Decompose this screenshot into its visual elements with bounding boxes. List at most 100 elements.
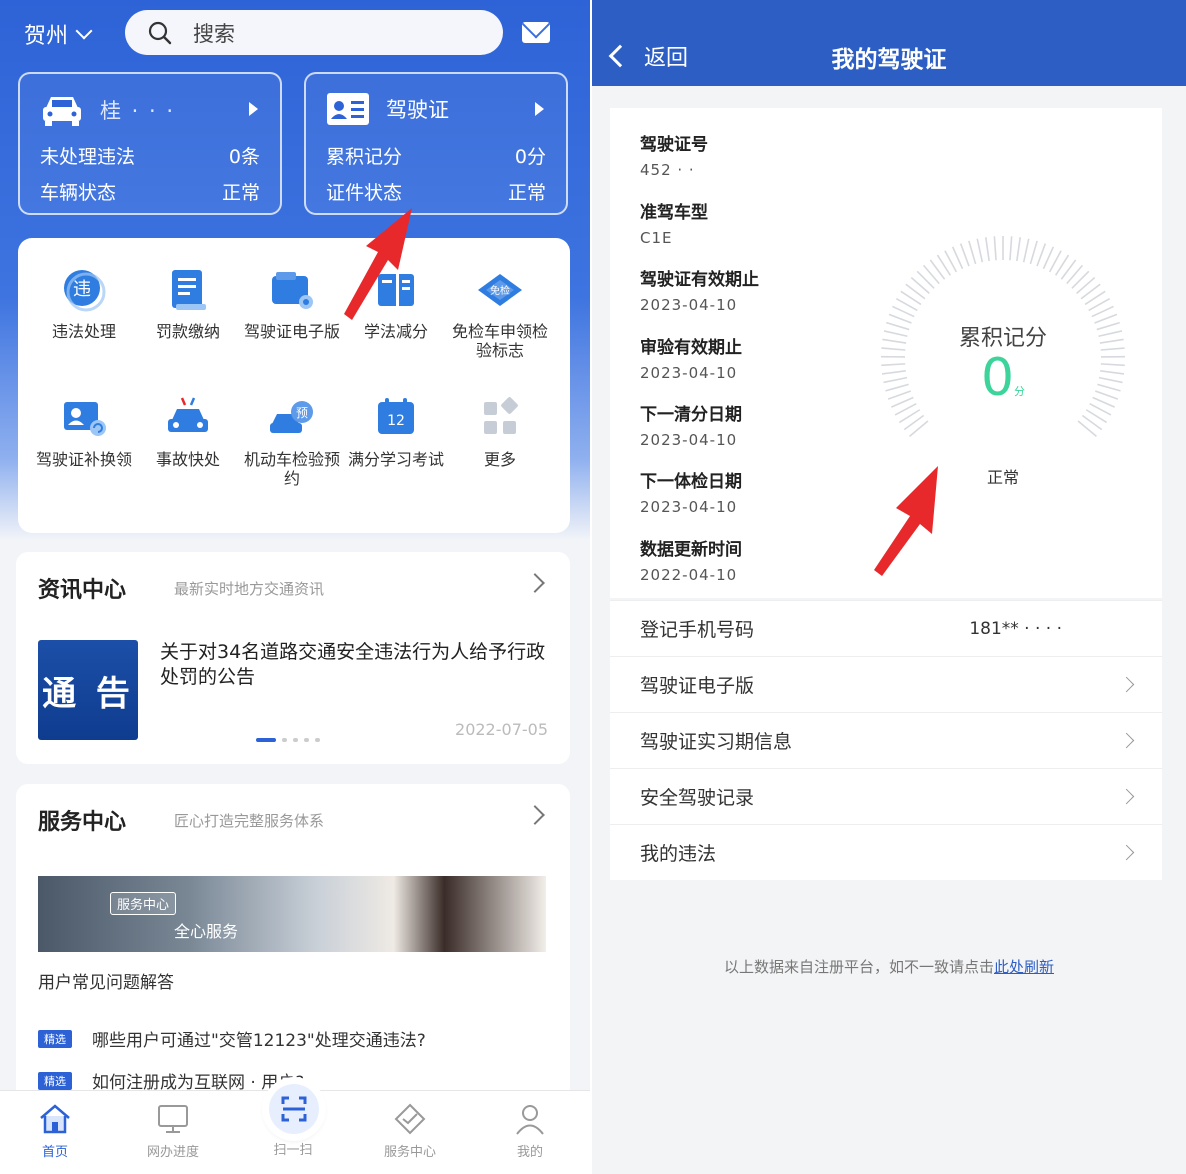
row-label: 未处理违法 [40, 146, 136, 168]
service-exempt-inspection[interactable]: 免检 免检车申领检验标志 [448, 266, 552, 360]
service-label: 学法减分 [363, 322, 428, 341]
gauge-tick [959, 243, 970, 267]
list-item-label: 登记手机号码 [640, 619, 755, 641]
info-field: 驾驶证号 452 · · [640, 130, 708, 179]
featured-badge: 精选 [38, 1071, 72, 1090]
list-item-label: 我的违法 [640, 843, 717, 865]
info-field: 审验有效期止 2023-04-10 [640, 333, 742, 382]
service-full-score-exam[interactable]: 12 满分学习考试 [344, 394, 448, 469]
service-fine[interactable]: 罚款缴纳 [136, 266, 240, 341]
field-value: 2023-04-10 [640, 364, 738, 382]
row-label: 车辆状态 [40, 182, 117, 204]
mail-icon[interactable] [522, 22, 550, 43]
info-field: 数据更新时间 2022-04-10 [640, 535, 742, 584]
service-label: 违法处理 [51, 322, 116, 341]
row-value: 正常 [507, 182, 546, 204]
tab-mine[interactable]: 我的 [480, 1101, 580, 1160]
list-item-label: 驾驶证电子版 [640, 675, 755, 697]
city-name: 贺州 [24, 24, 69, 49]
caret-right-icon [249, 102, 258, 116]
exempt-inspection-icon: 免检 [476, 266, 524, 314]
list-item-safe-record[interactable]: 安全驾驶记录 [610, 768, 1162, 824]
faq-question: 哪些用户可通过"交管12123"处理交通违法? [92, 1031, 426, 1051]
chevron-right-icon [1118, 788, 1135, 805]
chevron-right-icon[interactable] [525, 805, 545, 825]
notice-thumbnail[interactable]: 通 告 [38, 640, 138, 740]
service-inspection-booking[interactable]: 预 机动车检验预约 [240, 394, 344, 488]
svg-text:12: 12 [387, 413, 405, 429]
e-license-icon [268, 266, 316, 314]
tab-home[interactable]: 首页 [5, 1101, 105, 1160]
city-selector[interactable]: 贺州 [24, 18, 93, 50]
chevron-right-icon [1118, 844, 1135, 861]
row-label: 累积记分 [326, 146, 403, 168]
red-arrow-annotation [344, 208, 412, 320]
tab-scan[interactable]: 扫一扫 [243, 1139, 343, 1158]
violation-icon: 违 [60, 266, 108, 314]
field-key: 审验有效期止 [640, 338, 742, 358]
chevron-right-icon [1118, 676, 1135, 693]
service-e-license[interactable]: 驾驶证电子版 [240, 266, 344, 341]
tab-label: 服务中心 [383, 1145, 436, 1160]
gauge-number: 0 [980, 348, 1015, 408]
calendar-12-icon: 12 [372, 394, 420, 442]
tab-service-center[interactable]: 服务中心 [360, 1101, 460, 1160]
gauge-tick [951, 246, 964, 270]
info-field: 准驾车型 C1E [640, 198, 708, 247]
inspection-booking-icon: 预 [268, 394, 316, 442]
field-value: 2022-04-10 [640, 566, 738, 584]
service-center-title: 服务中心 [38, 810, 127, 835]
top-bar: 贺州 搜索 [0, 0, 590, 66]
news-headline[interactable]: 关于对34名道路交通安全违法行为人给予行政处罚的公告 [160, 640, 550, 690]
tab-label: 首页 [41, 1145, 68, 1160]
search-bar[interactable]: 搜索 [125, 10, 503, 55]
field-key: 数据更新时间 [640, 540, 742, 560]
field-value: 452 · · [640, 161, 695, 179]
search-icon [148, 21, 172, 44]
list-item-e-license[interactable]: 驾驶证电子版 [610, 656, 1162, 712]
service-label: 事故快处 [155, 450, 220, 469]
refresh-link[interactable]: 此处刷新 [994, 958, 1054, 976]
banner-tag: 服务中心 [110, 892, 177, 915]
tab-progress[interactable]: 网办进度 [123, 1101, 223, 1160]
field-value: C1E [640, 229, 673, 247]
footnote-text: 以上数据来自注册平台，如不一致请点击 [723, 958, 994, 976]
card-row: 证件状态 正常 [326, 178, 546, 205]
chevron-down-icon [75, 22, 93, 40]
handshake-icon [392, 1101, 428, 1137]
tab-label: 扫一扫 [273, 1143, 313, 1158]
row-value: 0分 [514, 146, 546, 168]
gauge-tick [1022, 238, 1030, 263]
row-value: 0条 [228, 146, 260, 168]
service-license-replace[interactable]: 驾驶证补换领 [32, 394, 136, 469]
list-item-label: 驾驶证实习期信息 [640, 731, 793, 753]
user-icon [512, 1101, 548, 1137]
gauge-tick [1009, 236, 1013, 261]
card-row: 未处理违法 0条 [40, 142, 260, 169]
red-arrow-annotation [874, 466, 938, 576]
list-item-probation[interactable]: 驾驶证实习期信息 [610, 712, 1162, 768]
field-key: 驾驶证有效期止 [640, 270, 759, 290]
faq-item[interactable]: 精选 哪些用户可通过"交管12123"处理交通违法? [38, 1026, 426, 1051]
service-more[interactable]: 更多 [448, 394, 552, 469]
chevron-right-icon[interactable] [525, 573, 545, 593]
license-replace-icon [60, 394, 108, 442]
field-key: 下一体检日期 [640, 472, 742, 492]
scan-button[interactable] [265, 1080, 323, 1138]
vehicle-card[interactable]: 桂 · · · 未处理违法 0条 车辆状态 正常 [18, 72, 282, 215]
car-icon [43, 97, 81, 126]
service-violation[interactable]: 违 违法处理 [32, 266, 136, 341]
license-detail-screen: 返回 我的驾驶证 驾驶证号 452 · · 准驾车型 C1E 驾驶证有效期止 2… [592, 0, 1186, 1174]
card-row: 累积记分 0分 [326, 142, 546, 169]
list-item-my-violations[interactable]: 我的违法 [610, 824, 1162, 880]
info-field: 驾驶证有效期止 2023-04-10 [640, 265, 759, 314]
license-card[interactable]: 驾驶证 累积记分 0分 证件状态 正常 [304, 72, 568, 215]
gauge-tick [984, 237, 990, 262]
service-banner[interactable]: 服务中心 全心服务 [38, 876, 546, 952]
list-item-phone[interactable]: 登记手机号码 181** · · · · [610, 600, 1162, 656]
service-center-subtitle: 匠心打造完整服务体系 [174, 812, 325, 830]
service-label: 更多 [483, 450, 516, 469]
home-screen: 贺州 搜索 桂 · · · 未处理违法 0条 车辆状态 正常 驾驶证 累积记分 … [0, 0, 590, 1174]
service-accident[interactable]: 事故快处 [136, 394, 240, 469]
search-placeholder: 搜索 [193, 21, 235, 46]
